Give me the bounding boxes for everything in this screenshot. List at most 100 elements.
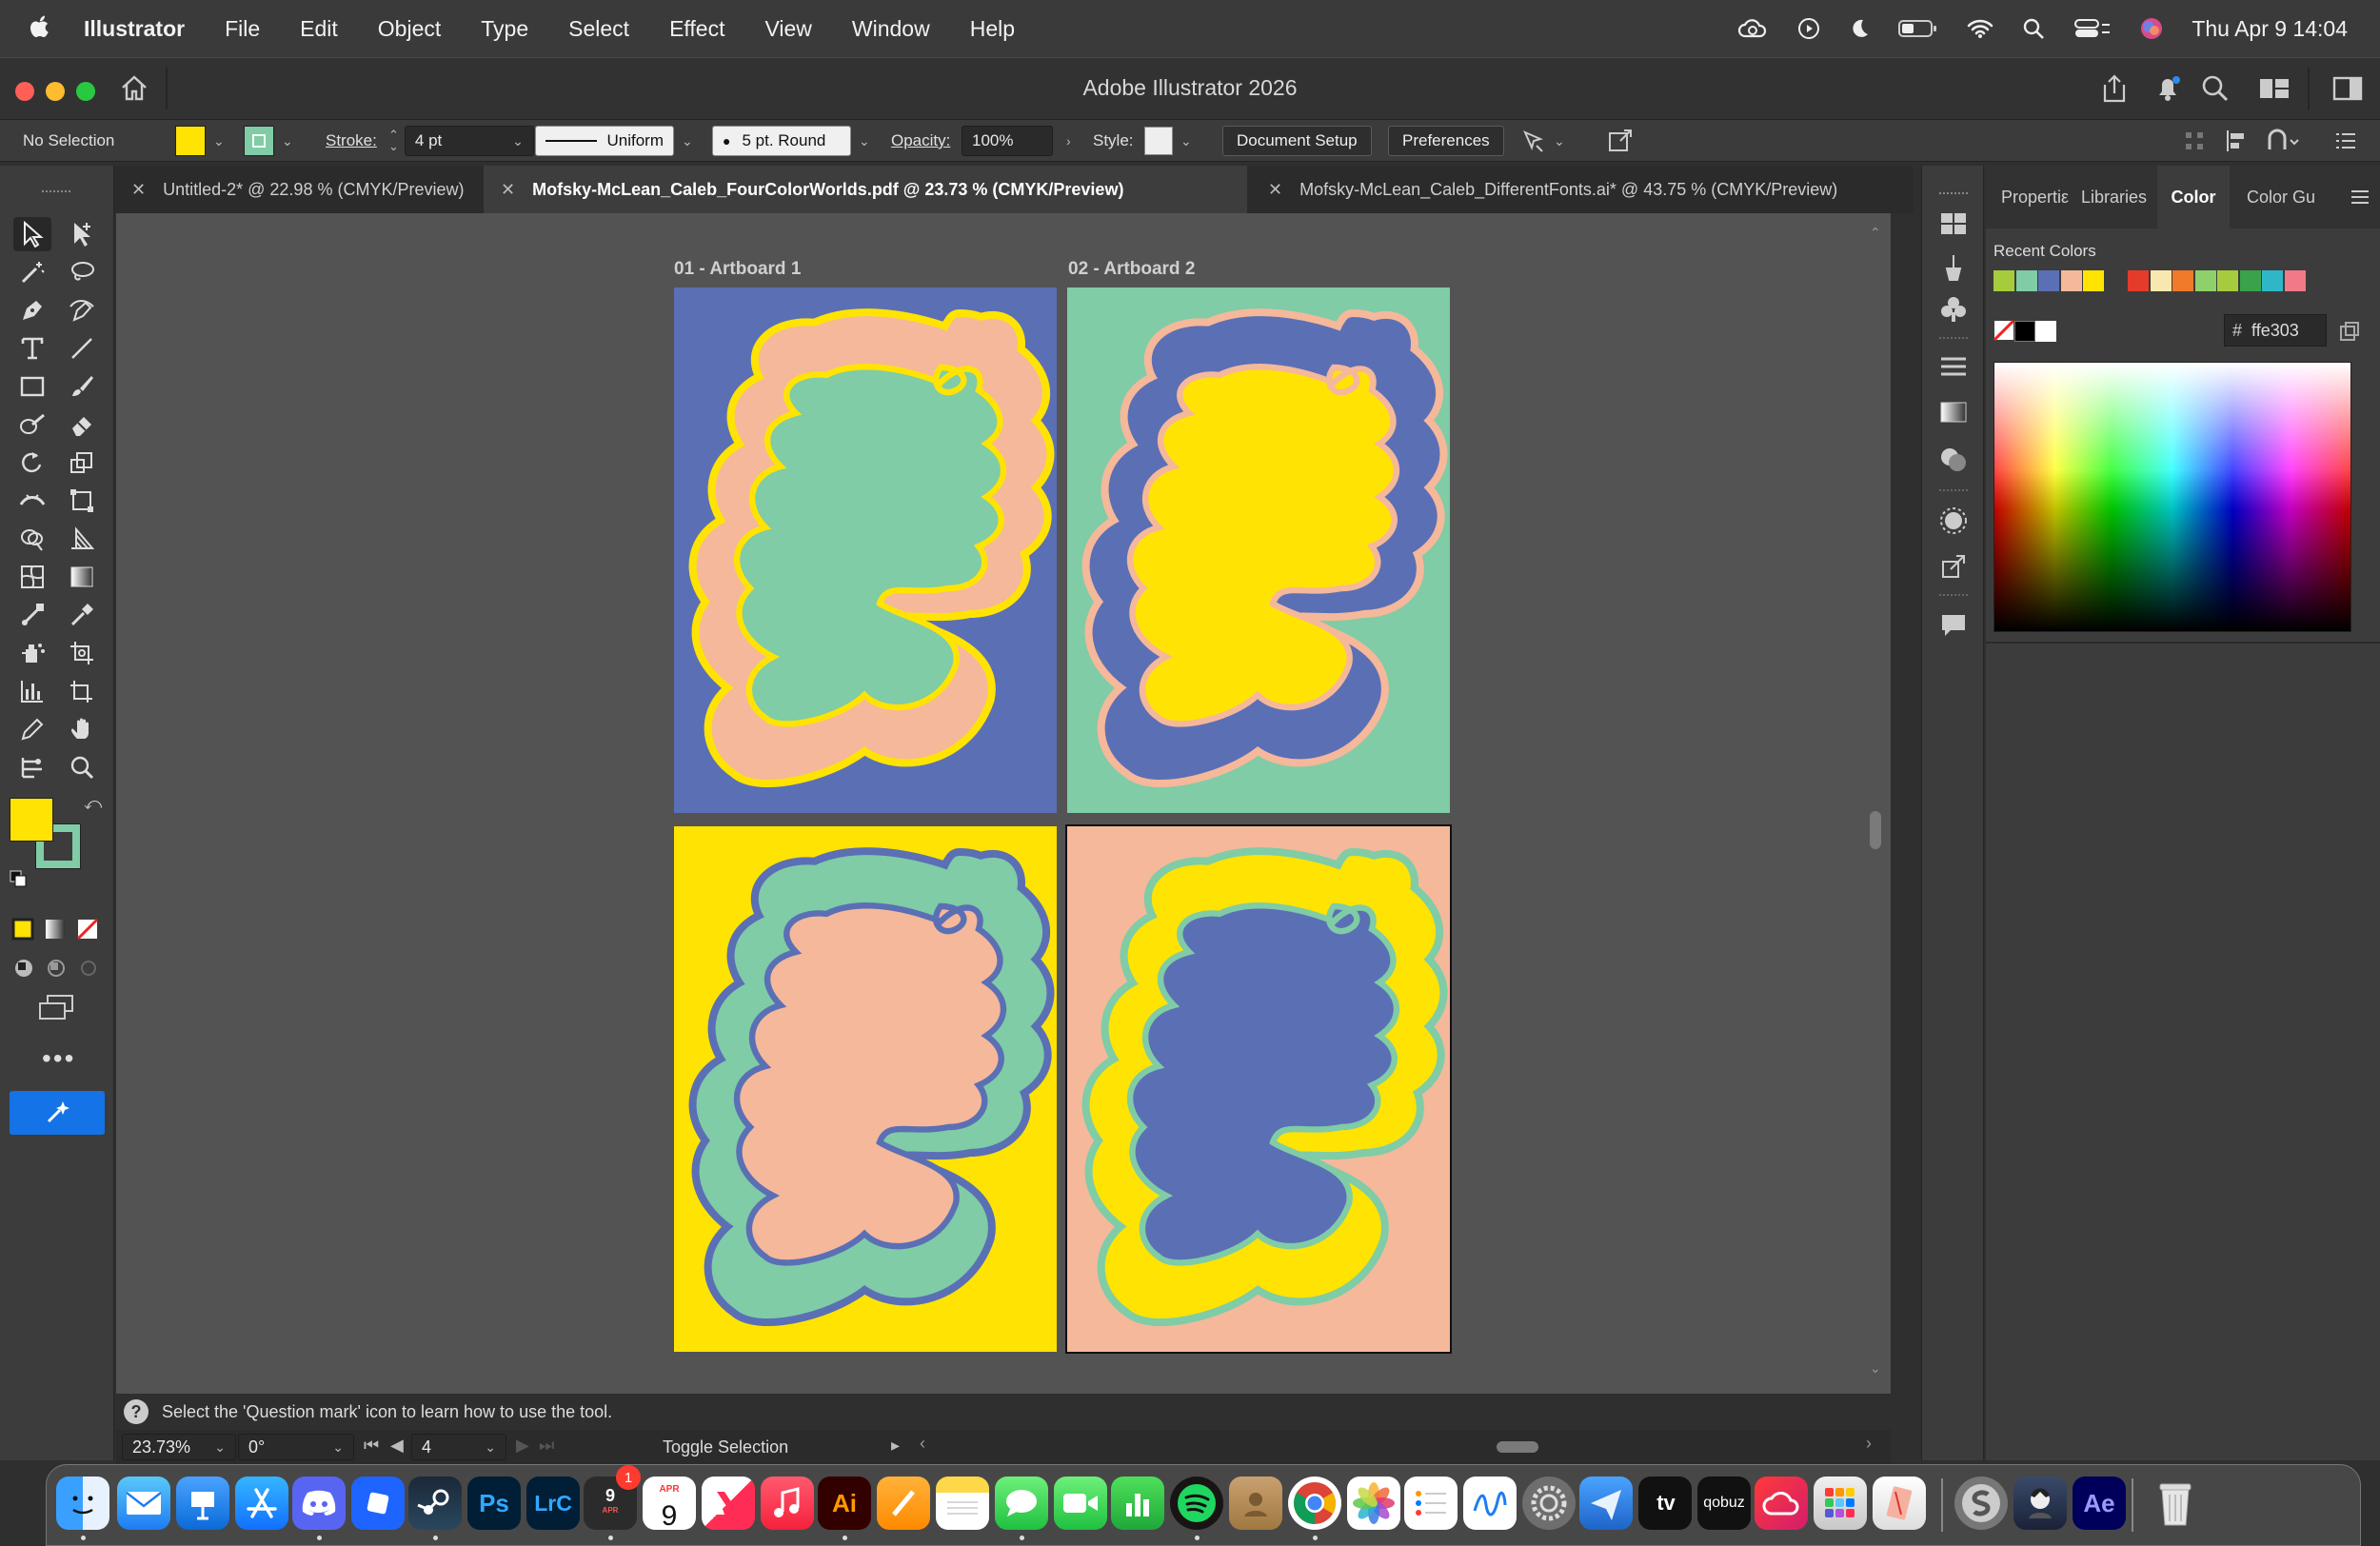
black-swatch[interactable]	[2014, 321, 2035, 342]
close-tab-icon[interactable]: ✕	[501, 180, 515, 200]
preferences-button[interactable]: Preferences	[1388, 126, 1504, 156]
stroke-label[interactable]: Stroke:	[326, 126, 377, 156]
draw-normal-icon[interactable]	[13, 958, 34, 979]
menu-type[interactable]: Type	[481, 16, 528, 42]
finder-app-icon[interactable]	[56, 1477, 109, 1530]
mesh-tool-icon[interactable]	[13, 560, 51, 594]
vertical-scrollbar[interactable]: ⌃ ⌄	[1870, 225, 1881, 1377]
rotate-view-field[interactable]: 0° ⌄	[238, 1434, 354, 1460]
pen-tool-icon[interactable]	[13, 293, 51, 327]
none-swatch-icon[interactable]	[1993, 320, 2014, 341]
pages-app-icon[interactable]	[877, 1477, 930, 1530]
menu-view[interactable]: View	[764, 16, 811, 42]
recent-color-swatch[interactable]	[2284, 270, 2306, 291]
hand-tool-icon[interactable]	[63, 712, 101, 746]
rotation-value[interactable]: 0°	[248, 1437, 265, 1457]
chrome-app-icon[interactable]	[1288, 1477, 1341, 1530]
mail-app-icon[interactable]	[117, 1477, 170, 1530]
recent-color-swatch[interactable]	[2194, 270, 2216, 291]
rotate-tool-icon[interactable]	[13, 446, 51, 480]
transparency-panel-icon[interactable]	[1939, 446, 1968, 474]
close-tab-icon[interactable]: ✕	[131, 180, 146, 200]
swap-fill-stroke-icon[interactable]: ⤺	[84, 794, 102, 814]
panel-layout-icon[interactable]	[2332, 75, 2363, 102]
brush-definition-dropdown[interactable]: ● 5 pt. Round ⌄	[712, 126, 870, 156]
stroke-weight-value[interactable]: 4 pt	[415, 131, 442, 150]
stroke-swatch[interactable]	[244, 126, 274, 156]
document-setup-button[interactable]: Document Setup	[1222, 126, 1372, 156]
align-icon[interactable]	[2224, 126, 2249, 156]
rectangle-tool-icon[interactable]	[13, 369, 51, 404]
wifi-icon[interactable]	[1967, 18, 1993, 39]
magic-wand-tool-icon[interactable]	[13, 255, 51, 289]
recent-color-swatch[interactable]	[2083, 270, 2104, 291]
control-bar-menu-icon[interactable]	[2334, 126, 2357, 156]
menu-select[interactable]: Select	[568, 16, 629, 42]
pencil-tool-icon[interactable]	[13, 712, 51, 746]
selection-tool-icon[interactable]	[13, 217, 51, 251]
curvature-tool-icon[interactable]	[63, 293, 101, 327]
music-app-icon[interactable]	[761, 1477, 814, 1530]
artboard-2[interactable]	[1067, 287, 1450, 813]
raycast-app-icon[interactable]	[351, 1477, 405, 1530]
contacts-app-icon[interactable]	[1229, 1477, 1282, 1530]
chevron-down-icon[interactable]: ⌄	[214, 1439, 226, 1456]
system-settings-app-icon[interactable]	[1522, 1477, 1576, 1530]
news-app-icon[interactable]	[702, 1477, 755, 1530]
siri-icon[interactable]	[2140, 17, 2163, 40]
hex-value[interactable]: ffe303	[2251, 321, 2299, 341]
discord-app-icon[interactable]	[292, 1477, 346, 1530]
opacity-label[interactable]: Opacity:	[891, 126, 950, 156]
chevron-down-icon[interactable]: ⌄	[485, 1439, 496, 1456]
hex-color-field[interactable]: # ffe303	[2224, 314, 2327, 347]
none-mode-icon[interactable]	[76, 918, 99, 941]
slice-tool-icon[interactable]	[63, 674, 101, 708]
eyedropper-tool-icon[interactable]	[63, 598, 101, 632]
menubar-clock[interactable]: Thu Apr 9 14:04	[2192, 16, 2348, 42]
recent-color-swatch[interactable]	[2217, 270, 2238, 291]
artboard-label[interactable]: 01 - Artboard 1	[674, 259, 801, 280]
notebook-app-icon[interactable]	[1873, 1477, 1926, 1530]
chevron-down-icon[interactable]: ⌄	[682, 133, 693, 149]
focus-moon-icon[interactable]	[1849, 17, 1870, 40]
transform-grid-icon[interactable]	[2184, 126, 2205, 156]
comments-panel-icon[interactable]	[1939, 611, 1968, 640]
lightroom-classic-app-icon[interactable]: LrC	[526, 1477, 580, 1530]
opacity-value[interactable]: 100%	[972, 131, 1013, 150]
menu-app-name[interactable]: Illustrator	[84, 16, 185, 42]
chevron-down-icon[interactable]: ⌄	[213, 133, 225, 149]
vertical-scroll-thumb[interactable]	[1870, 811, 1881, 849]
facetime-app-icon[interactable]	[1054, 1477, 1107, 1530]
recent-color-swatch[interactable]	[2060, 270, 2082, 291]
asset-export-panel-icon[interactable]	[1939, 552, 1968, 581]
menu-edit[interactable]: Edit	[300, 16, 338, 42]
game-app-icon[interactable]	[2013, 1477, 2067, 1530]
document-canvas[interactable]: 01 - Artboard 1 02 - Artboard 2 03 - Art…	[116, 213, 1891, 1394]
screen-mode-icon[interactable]	[38, 994, 74, 1021]
arrange-documents-icon[interactable]	[2258, 75, 2291, 102]
lasso-tool-icon[interactable]	[63, 255, 101, 289]
paintbrush-tool-icon[interactable]	[63, 369, 101, 404]
menu-help[interactable]: Help	[970, 16, 1015, 42]
gradient-panel-icon[interactable]	[1939, 400, 1968, 425]
perspective-grid-tool-icon[interactable]	[63, 522, 101, 556]
stepper-icon[interactable]: ⌃ ⌄	[388, 129, 399, 152]
creative-cloud-app-icon[interactable]	[1755, 1477, 1808, 1530]
app-store-icon[interactable]	[235, 1477, 288, 1530]
creative-cloud-status-icon[interactable]	[1736, 17, 1769, 40]
gradient-mode-icon[interactable]	[44, 918, 67, 941]
close-tab-icon[interactable]: ✕	[1268, 180, 1282, 200]
graphic-style-picker[interactable]: ⌄	[1144, 126, 1192, 156]
shaper-tool-icon[interactable]	[13, 407, 51, 442]
appearance-panel-icon[interactable]	[1939, 506, 1968, 535]
tab-color[interactable]: Color	[2157, 166, 2230, 228]
keynote-app-icon[interactable]	[176, 1477, 229, 1530]
recent-color-swatch[interactable]	[2172, 270, 2193, 291]
recent-color-swatch[interactable]	[2015, 270, 2037, 291]
artboard-3[interactable]	[674, 826, 1057, 1352]
notifications-bell-icon[interactable]	[2153, 73, 2182, 104]
stroke-color-picker[interactable]: ⌄	[244, 126, 293, 156]
tab-untitled-2[interactable]: ✕ Untitled-2* @ 22.98 % (CMYK/Preview)	[114, 166, 480, 213]
profile-value[interactable]: Uniform	[606, 131, 664, 150]
artboard-navigation-field[interactable]: 4 ⌄	[411, 1434, 506, 1460]
